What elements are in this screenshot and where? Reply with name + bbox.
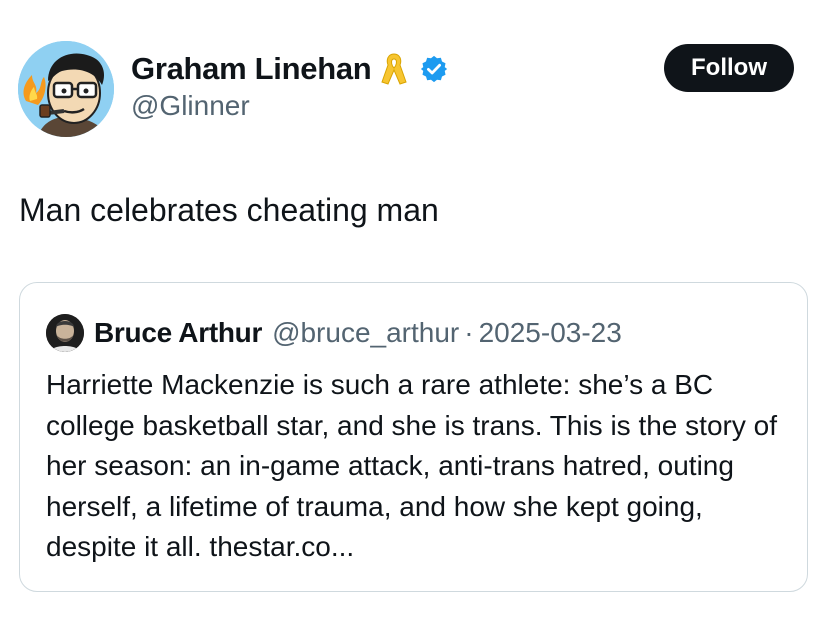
author-handle[interactable]: @Glinner bbox=[131, 90, 250, 122]
quoted-author-display-name[interactable]: Bruce Arthur bbox=[94, 317, 262, 349]
follow-button[interactable]: Follow bbox=[664, 44, 794, 92]
quoted-author-avatar[interactable] bbox=[46, 314, 84, 352]
quoted-tweet-text: Harriette Mackenzie is such a rare athle… bbox=[46, 369, 777, 562]
quoted-tweet-card[interactable]: Bruce Arthur @bruce_arthur · 2025-03-23 … bbox=[19, 282, 808, 592]
author-avatar[interactable] bbox=[18, 41, 114, 137]
quoted-tweet-date[interactable]: 2025-03-23 bbox=[479, 317, 622, 349]
author-name-row: Graham Linehan bbox=[131, 49, 449, 89]
photo-avatar-icon bbox=[46, 314, 84, 352]
quoted-author-handle[interactable]: @bruce_arthur bbox=[272, 317, 459, 349]
quoted-tweet-header: Bruce Arthur @bruce_arthur · 2025-03-23 bbox=[46, 313, 622, 353]
separator-dot: · bbox=[464, 317, 474, 348]
author-display-name[interactable]: Graham Linehan bbox=[131, 51, 372, 87]
tweet-text: Man celebrates cheating man bbox=[19, 192, 439, 228]
cartoon-portrait-icon bbox=[18, 41, 114, 137]
yellow-ribbon-icon bbox=[379, 51, 409, 87]
verified-badge-icon[interactable] bbox=[419, 54, 449, 84]
